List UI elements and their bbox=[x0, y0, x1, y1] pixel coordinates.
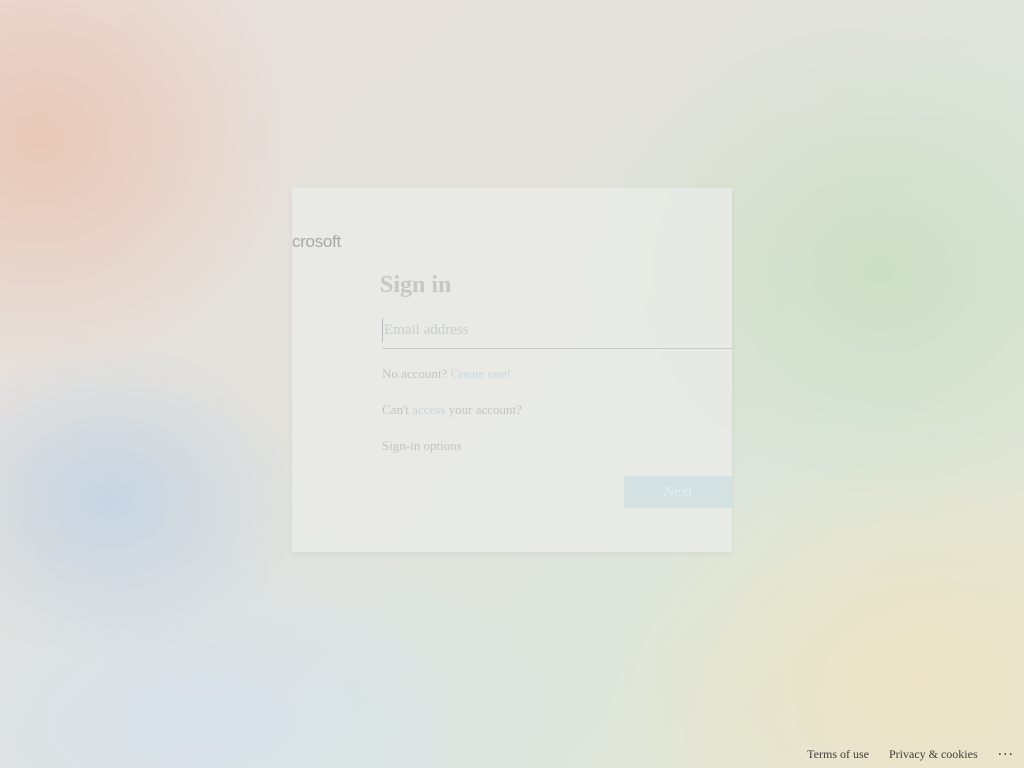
footer: Terms of use Privacy & cookies ... bbox=[807, 740, 1024, 768]
cant-access-row[interactable]: Can't access your account? bbox=[382, 402, 522, 418]
email-field-container bbox=[382, 314, 732, 349]
cant-access-suffix: your account? bbox=[445, 402, 522, 417]
cant-access-prefix: Can't bbox=[382, 402, 413, 417]
page-title: Sign in bbox=[380, 272, 452, 298]
terms-of-use-link[interactable]: Terms of use bbox=[807, 747, 869, 762]
next-button[interactable]: Next bbox=[624, 476, 732, 508]
privacy-cookies-link[interactable]: Privacy & cookies bbox=[889, 747, 978, 762]
create-account-link[interactable]: Create one! bbox=[451, 366, 511, 381]
no-account-row: No account? Create one! bbox=[382, 366, 511, 382]
cant-access-link[interactable]: access bbox=[412, 402, 445, 417]
more-options-icon[interactable]: ... bbox=[998, 743, 1014, 759]
signin-options-link[interactable]: Sign-in options bbox=[382, 438, 462, 454]
email-field[interactable] bbox=[382, 318, 724, 342]
no-account-label: No account? bbox=[382, 366, 448, 381]
signin-card: crosoft Sign in No account? Create one! … bbox=[292, 188, 732, 552]
microsoft-logo: crosoft bbox=[292, 232, 341, 251]
